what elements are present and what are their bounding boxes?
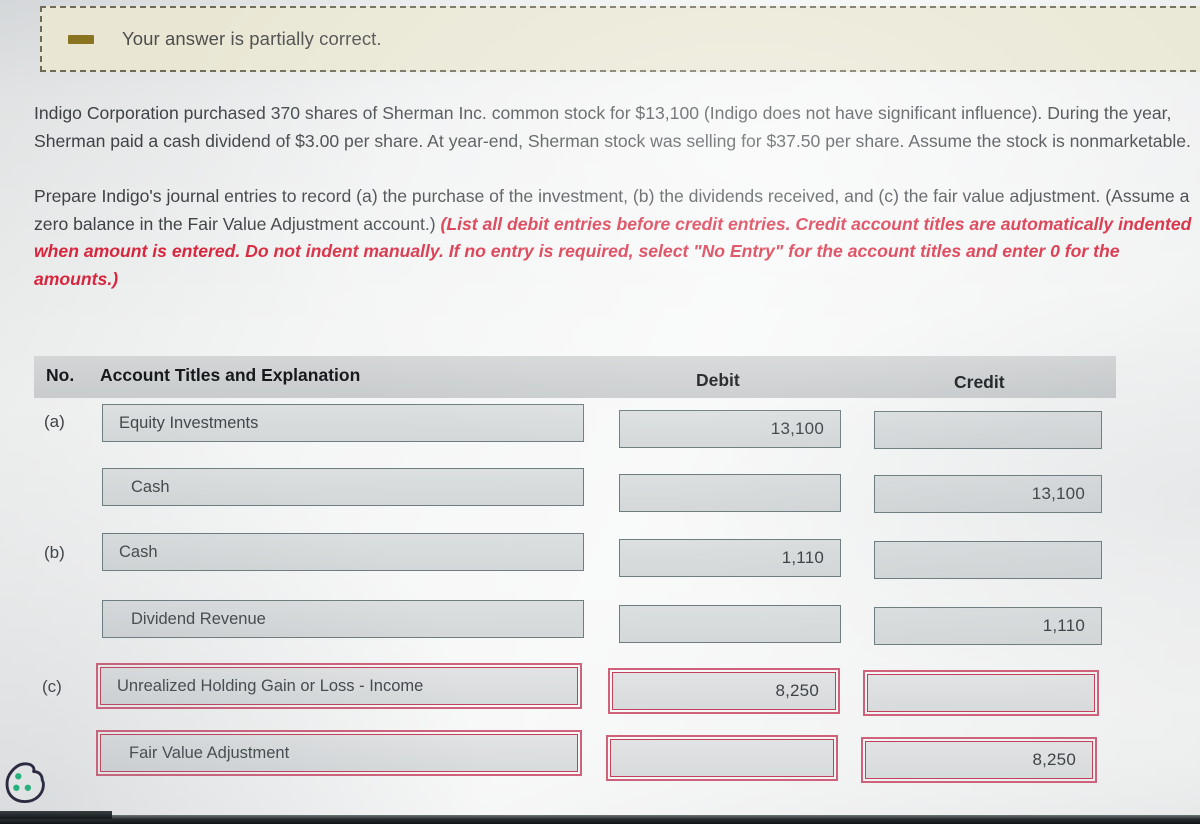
table-row: (c) Unrealized Holding Gain or Loss - In… — [34, 663, 1116, 730]
credit-amount-value: 8,250 — [1032, 750, 1076, 769]
account-title-field[interactable]: Cash — [102, 468, 584, 506]
table-row: Dividend Revenue 1,110 — [34, 596, 1116, 663]
row-number-label: (a) — [44, 412, 65, 431]
journal-entry-table: No. Account Titles and Explanation Debit… — [34, 356, 1116, 797]
account-title-field[interactable]: Cash — [102, 533, 584, 571]
row-number-label: (c) — [42, 677, 62, 696]
credit-amount-value: 13,100 — [1031, 484, 1085, 503]
device-bottom-bezel — [0, 815, 1200, 824]
credit-amount-field[interactable]: 13,100 — [874, 475, 1102, 513]
column-header-no: No. — [46, 365, 75, 385]
partially-correct-banner: Your answer is partially correct. — [40, 6, 1200, 72]
table-row: Fair Value Adjustment 8,250 — [34, 730, 1116, 797]
banner-message: Your answer is partially correct. — [122, 28, 382, 49]
credit-amount-field[interactable]: 8,250 — [861, 737, 1097, 783]
column-header-credit: Credit — [954, 372, 1005, 392]
account-title-field[interactable]: Unrealized Holding Gain or Loss - Income — [96, 663, 582, 709]
table-header-row: No. Account Titles and Explanation Debit… — [34, 356, 1116, 398]
account-title-field[interactable]: Fair Value Adjustment — [96, 730, 582, 776]
table-row: (b) Cash 1,110 — [34, 529, 1116, 596]
credit-amount-value: 1,110 — [1042, 616, 1085, 635]
debit-amount-value: 8,250 — [775, 681, 819, 700]
table-row: Cash 13,100 — [34, 463, 1116, 529]
debit-amount-field[interactable] — [606, 735, 838, 781]
debit-amount-field[interactable] — [619, 474, 841, 512]
cookie-consent-icon[interactable] — [2, 760, 48, 806]
device-bottom-bezel-accent — [0, 811, 112, 819]
account-title-field[interactable]: Equity Investments — [102, 404, 584, 442]
problem-paragraph-1: Indigo Corporation purchased 370 shares … — [34, 103, 1191, 151]
debit-amount-value: 13,100 — [770, 419, 824, 438]
minus-mark-icon — [68, 34, 94, 44]
row-number-label: (b) — [44, 543, 65, 562]
credit-amount-field[interactable] — [874, 541, 1102, 579]
credit-amount-field[interactable] — [874, 411, 1102, 449]
cookie-icon-svg — [5, 762, 45, 804]
debit-amount-field[interactable]: 1,110 — [619, 539, 841, 577]
debit-amount-field[interactable]: 8,250 — [608, 668, 840, 714]
debit-amount-field[interactable]: 13,100 — [619, 410, 841, 448]
debit-amount-field[interactable] — [619, 605, 841, 643]
problem-statement: Indigo Corporation purchased 370 shares … — [34, 100, 1192, 293]
account-title-field[interactable]: Dividend Revenue — [102, 600, 584, 638]
column-header-account: Account Titles and Explanation — [100, 365, 361, 385]
credit-amount-field[interactable]: 1,110 — [874, 607, 1102, 645]
problem-paragraph-2: Prepare Indigo's journal entries to reco… — [34, 183, 1192, 293]
screenshot-page: Your answer is partially correct. Indigo… — [0, 0, 1200, 824]
column-header-debit: Debit — [696, 370, 740, 390]
debit-amount-value: 1,110 — [781, 548, 824, 567]
credit-amount-field[interactable] — [863, 670, 1099, 716]
table-row: (a) Equity Investments 13,100 — [34, 398, 1116, 463]
